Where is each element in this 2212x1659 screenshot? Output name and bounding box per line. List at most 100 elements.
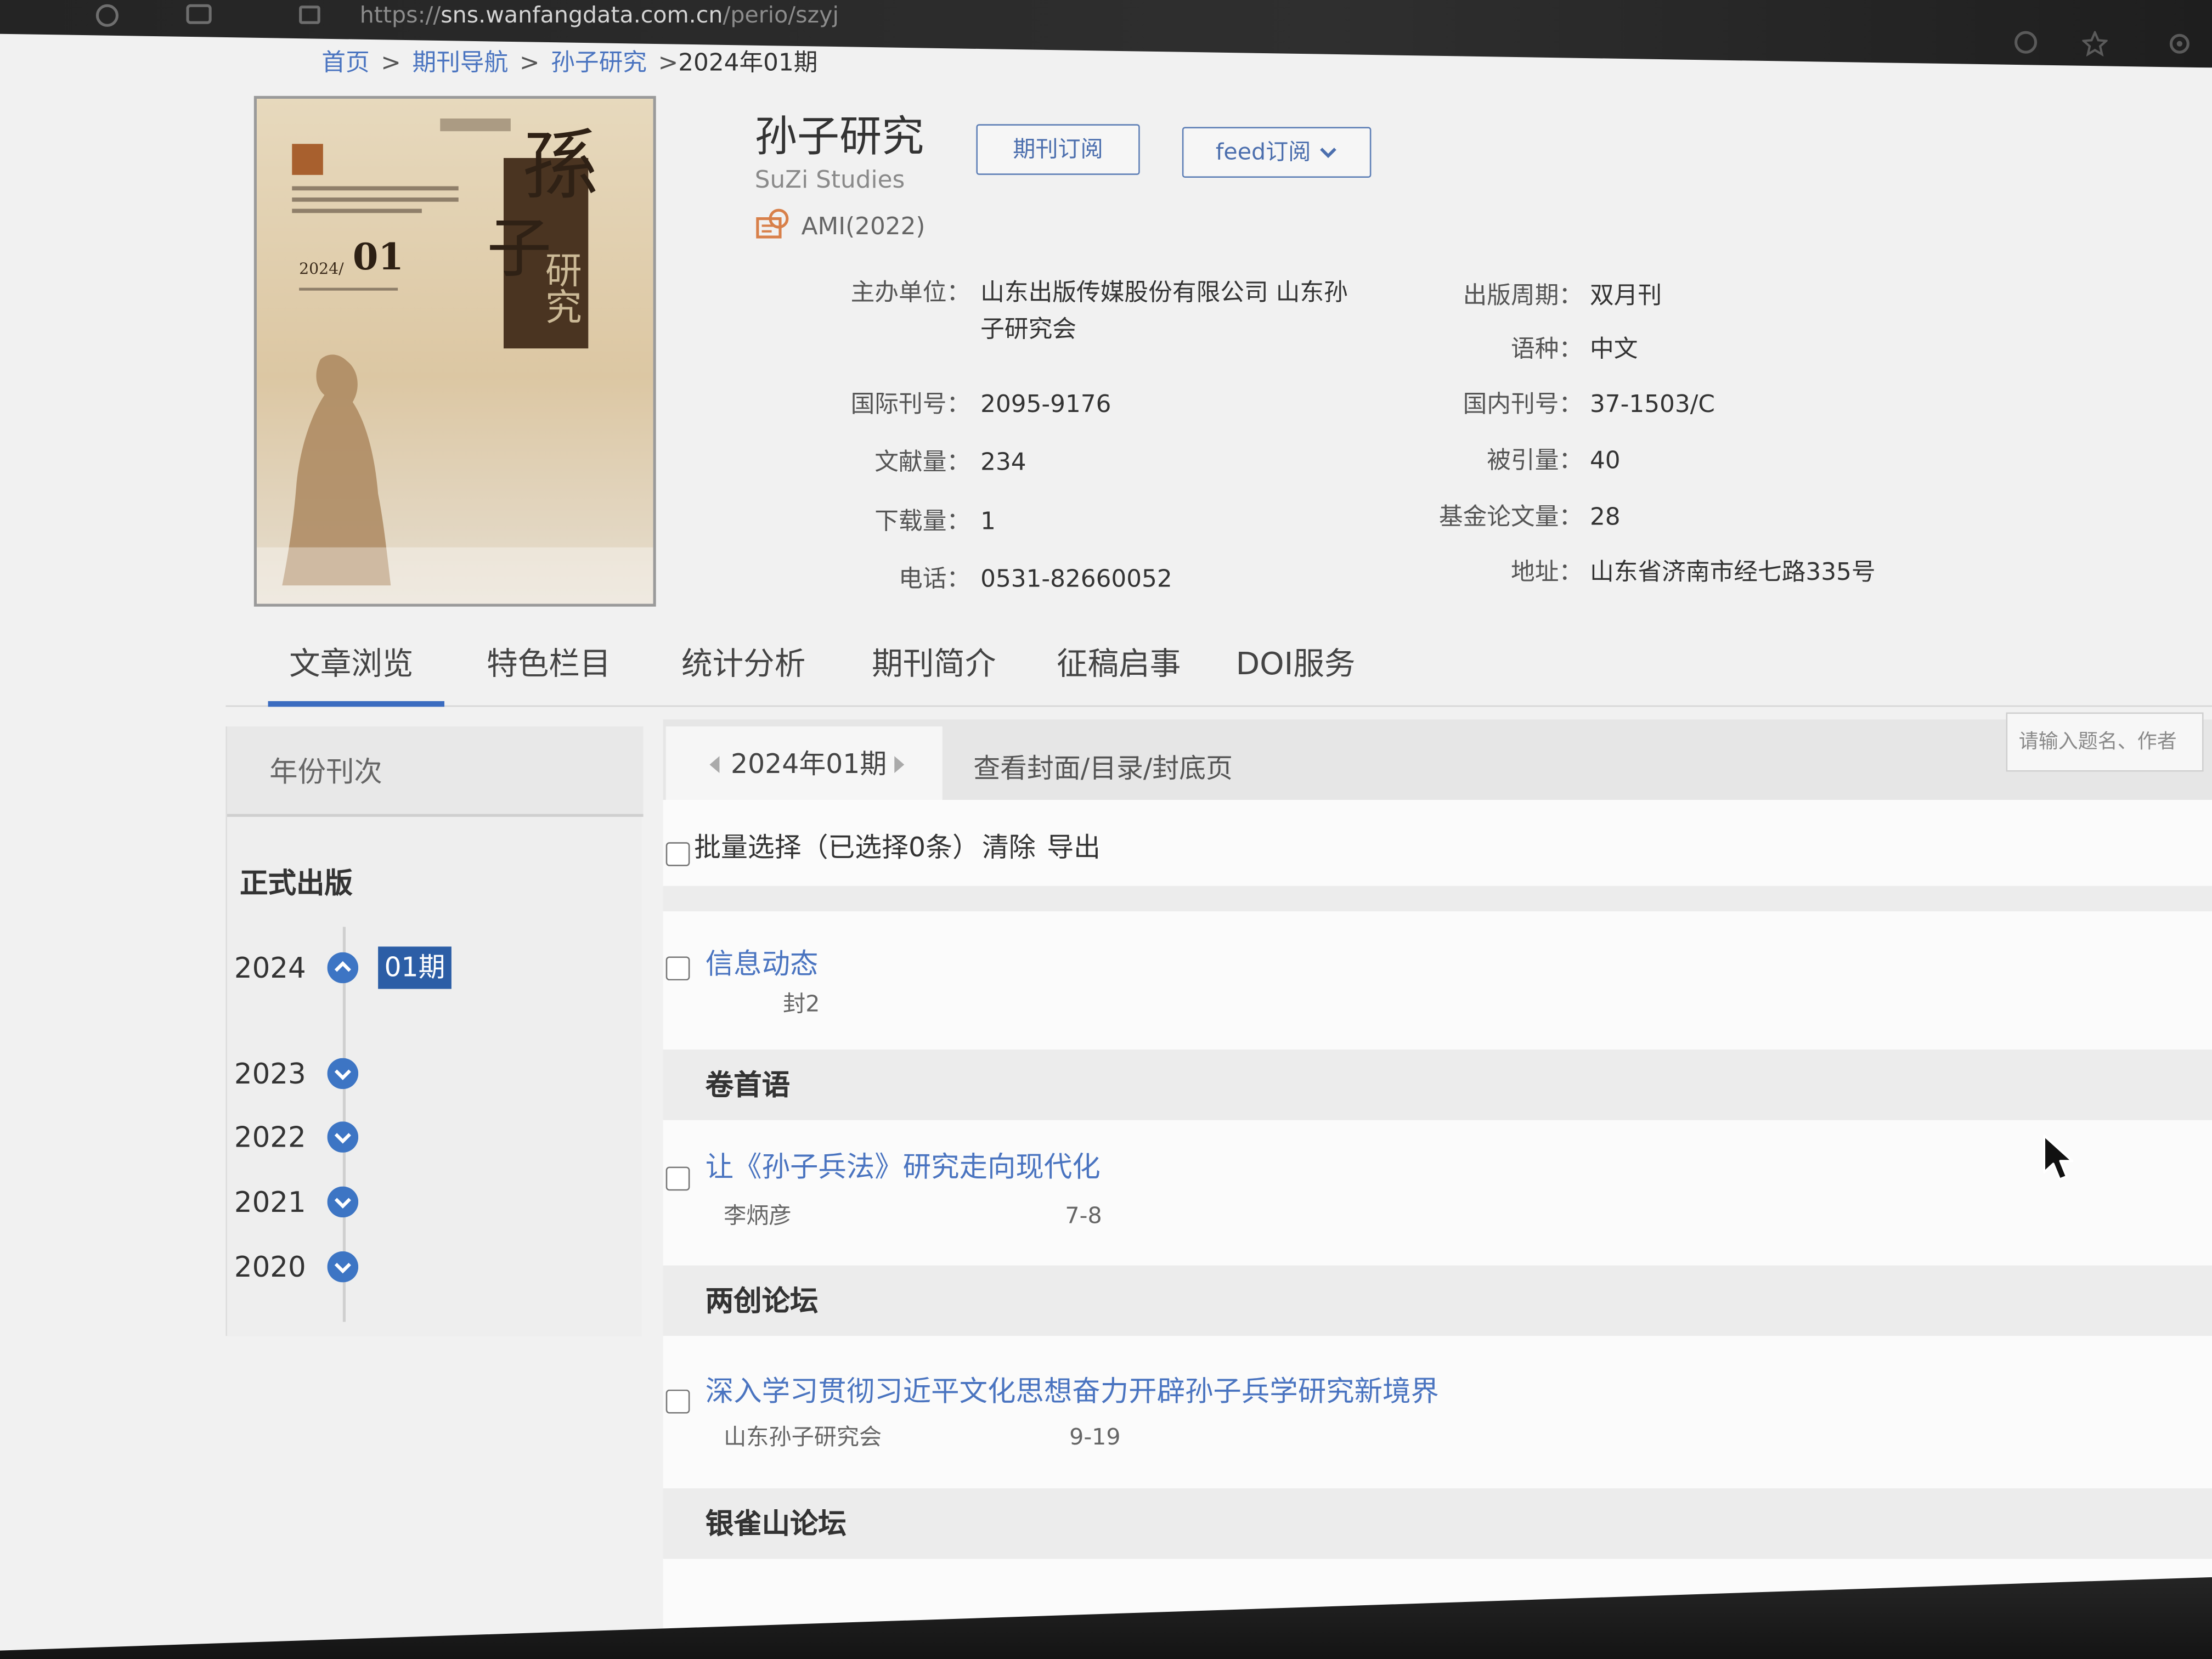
tab-journal-intro[interactable]: 期刊简介 xyxy=(872,645,996,687)
info-value-citations: 40 xyxy=(1590,447,1621,476)
batch-toolbar: 批量选择（已选择0条） 清除 导出 xyxy=(694,830,1101,866)
site-info-icon[interactable] xyxy=(299,5,320,24)
info-value-phone: 0531-82660052 xyxy=(980,566,1172,594)
clear-selection-button[interactable]: 清除 xyxy=(982,832,1036,864)
info-label-sponsor: 主办单位： xyxy=(850,279,971,308)
chevron-up-icon[interactable] xyxy=(327,952,359,984)
cover-header-text xyxy=(440,119,511,132)
chevron-down-icon[interactable] xyxy=(327,1251,359,1283)
article-title[interactable]: 让《孙子兵法》研究走向现代化 xyxy=(706,1147,1101,1187)
article-checkbox[interactable] xyxy=(665,1389,690,1414)
info-label-citations: 被引量： xyxy=(1487,447,1583,476)
favorite-star-icon[interactable] xyxy=(2082,31,2108,57)
cover-stamp xyxy=(292,144,323,175)
info-value-funded-papers: 28 xyxy=(1590,504,1621,532)
cover-issue-number: 01 xyxy=(352,237,404,280)
year-issue-sidebar: 年份刊次 xyxy=(225,726,644,1336)
journal-cover-image: 孫 子 研究 2024/ 01 xyxy=(253,95,656,607)
title-author-search-input[interactable] xyxy=(2006,712,2204,772)
tab-call-for-papers[interactable]: 征稿启事 xyxy=(1057,645,1181,687)
article-pages: 9-19 xyxy=(1069,1423,1121,1451)
journal-title: 孙子研究 xyxy=(754,112,924,162)
article-author[interactable]: 山东孙子研究会 xyxy=(724,1422,882,1453)
workspaces-icon[interactable] xyxy=(186,4,212,24)
info-value-address: 山东省济南市经七路335号 xyxy=(1590,558,1876,587)
cover-text-line xyxy=(299,287,398,291)
tab-statistics[interactable]: 统计分析 xyxy=(681,645,805,687)
cover-text-line xyxy=(292,186,459,191)
article-pages: 封2 xyxy=(783,990,820,1017)
breadcrumb-journal-nav[interactable]: 期刊导航 xyxy=(413,49,509,77)
article-author[interactable]: 李炳彦 xyxy=(724,1200,791,1232)
url-path: /perio/szyj xyxy=(723,1,839,29)
article-title[interactable]: 信息动态 xyxy=(706,944,819,983)
journal-subscribe-label: 期刊订阅 xyxy=(1013,135,1103,162)
profile-icon[interactable] xyxy=(95,4,119,27)
section-title: 银雀山论坛 xyxy=(705,1506,847,1541)
sidebar-header: 年份刊次 xyxy=(227,726,644,817)
ami-rating: AMI(2022) xyxy=(801,213,926,241)
chevron-down-icon[interactable] xyxy=(327,1186,359,1218)
active-tab-indicator xyxy=(268,701,444,707)
article-pages: 7-8 xyxy=(1065,1201,1102,1229)
address-bar-url[interactable]: https://sns.wanfangdata.com.cn/perio/szy… xyxy=(360,2,839,30)
info-value-downloads: 1 xyxy=(980,507,996,537)
section-title: 卷首语 xyxy=(705,1068,790,1102)
sidebar-year-2022[interactable]: 2022 xyxy=(234,1119,306,1155)
cover-calligraphy-bar: 研究 xyxy=(539,251,582,325)
reload-icon[interactable] xyxy=(2015,31,2038,54)
sidebar-year-2024[interactable]: 2024 xyxy=(234,950,306,986)
info-value-language: 中文 xyxy=(1590,336,1638,364)
list-divider xyxy=(663,885,2212,912)
page: https://sns.wanfangdata.com.cn/perio/szy… xyxy=(0,0,2212,1659)
batch-select-checkbox[interactable] xyxy=(665,842,690,866)
info-label-issn: 国际刊号： xyxy=(850,391,971,419)
breadcrumb-separator: > xyxy=(381,49,401,78)
info-value-sponsor: 山东出版传媒股份有限公司 山东孙子研究会 xyxy=(980,279,1348,345)
sidebar-year-2021[interactable]: 2021 xyxy=(234,1183,306,1220)
info-label-phone: 电话： xyxy=(899,566,971,594)
cover-text-line xyxy=(292,198,459,202)
breadcrumb-separator: > xyxy=(519,49,540,78)
prev-issue-arrow-icon[interactable] xyxy=(709,756,720,774)
tab-article-browse[interactable]: 文章浏览 xyxy=(289,645,413,687)
info-label-downloads: 下载量： xyxy=(874,507,971,537)
breadcrumb-home[interactable]: 首页 xyxy=(321,49,369,77)
breadcrumb-separator: > xyxy=(658,49,679,78)
section-header xyxy=(663,1488,2212,1559)
cover-calligraphy-top: 孫 xyxy=(522,121,599,211)
extensions-icon[interactable] xyxy=(2167,31,2192,57)
batch-select-label: 批量选择（已选择0条） xyxy=(694,832,979,864)
info-value-issn: 2095-9176 xyxy=(980,391,1111,419)
info-label-funded-papers: 基金论文量： xyxy=(1438,504,1583,532)
view-cover-toc-link[interactable]: 查看封面/目录/封底页 xyxy=(973,751,1233,787)
sidebar-issue-01[interactable]: 01期 xyxy=(378,946,452,989)
sidebar-year-2023[interactable]: 2023 xyxy=(234,1055,306,1092)
info-label-address: 地址： xyxy=(1511,558,1583,587)
feed-subscribe-button[interactable]: feed订阅 xyxy=(1182,127,1372,178)
section-header xyxy=(663,1265,2212,1336)
feed-subscribe-label: feed订阅 xyxy=(1215,138,1311,165)
sidebar-header-title: 年份刊次 xyxy=(269,754,382,789)
ami-icon xyxy=(756,208,789,239)
mouse-pointer-icon xyxy=(2042,1134,2074,1181)
chevron-down-icon[interactable] xyxy=(327,1058,359,1090)
info-value-frequency: 双月刊 xyxy=(1590,282,1662,311)
export-button[interactable]: 导出 xyxy=(1047,832,1101,864)
info-label-language: 语种： xyxy=(1511,336,1583,364)
article-checkbox[interactable] xyxy=(665,1166,690,1191)
tab-featured-columns[interactable]: 特色栏目 xyxy=(487,645,611,687)
breadcrumb-journal[interactable]: 孙子研究 xyxy=(551,49,647,77)
info-label-frequency: 出版周期： xyxy=(1463,282,1583,311)
journal-subscribe-button[interactable]: 期刊订阅 xyxy=(976,124,1140,175)
tab-doi-service[interactable]: DOI服务 xyxy=(1236,645,1356,687)
section-title: 两创论坛 xyxy=(705,1284,819,1318)
cover-mist xyxy=(257,547,653,604)
chevron-down-icon xyxy=(1320,148,1337,159)
article-checkbox[interactable] xyxy=(665,956,690,981)
next-issue-arrow-icon[interactable] xyxy=(894,756,905,774)
url-host: sns.wanfangdata.com.cn xyxy=(441,1,723,29)
article-title[interactable]: 深入学习贯彻习近平文化思想奋力开辟孙子兵学研究新境界 xyxy=(706,1371,1439,1410)
sidebar-year-2020[interactable]: 2020 xyxy=(234,1249,306,1285)
chevron-down-icon[interactable] xyxy=(327,1121,359,1153)
